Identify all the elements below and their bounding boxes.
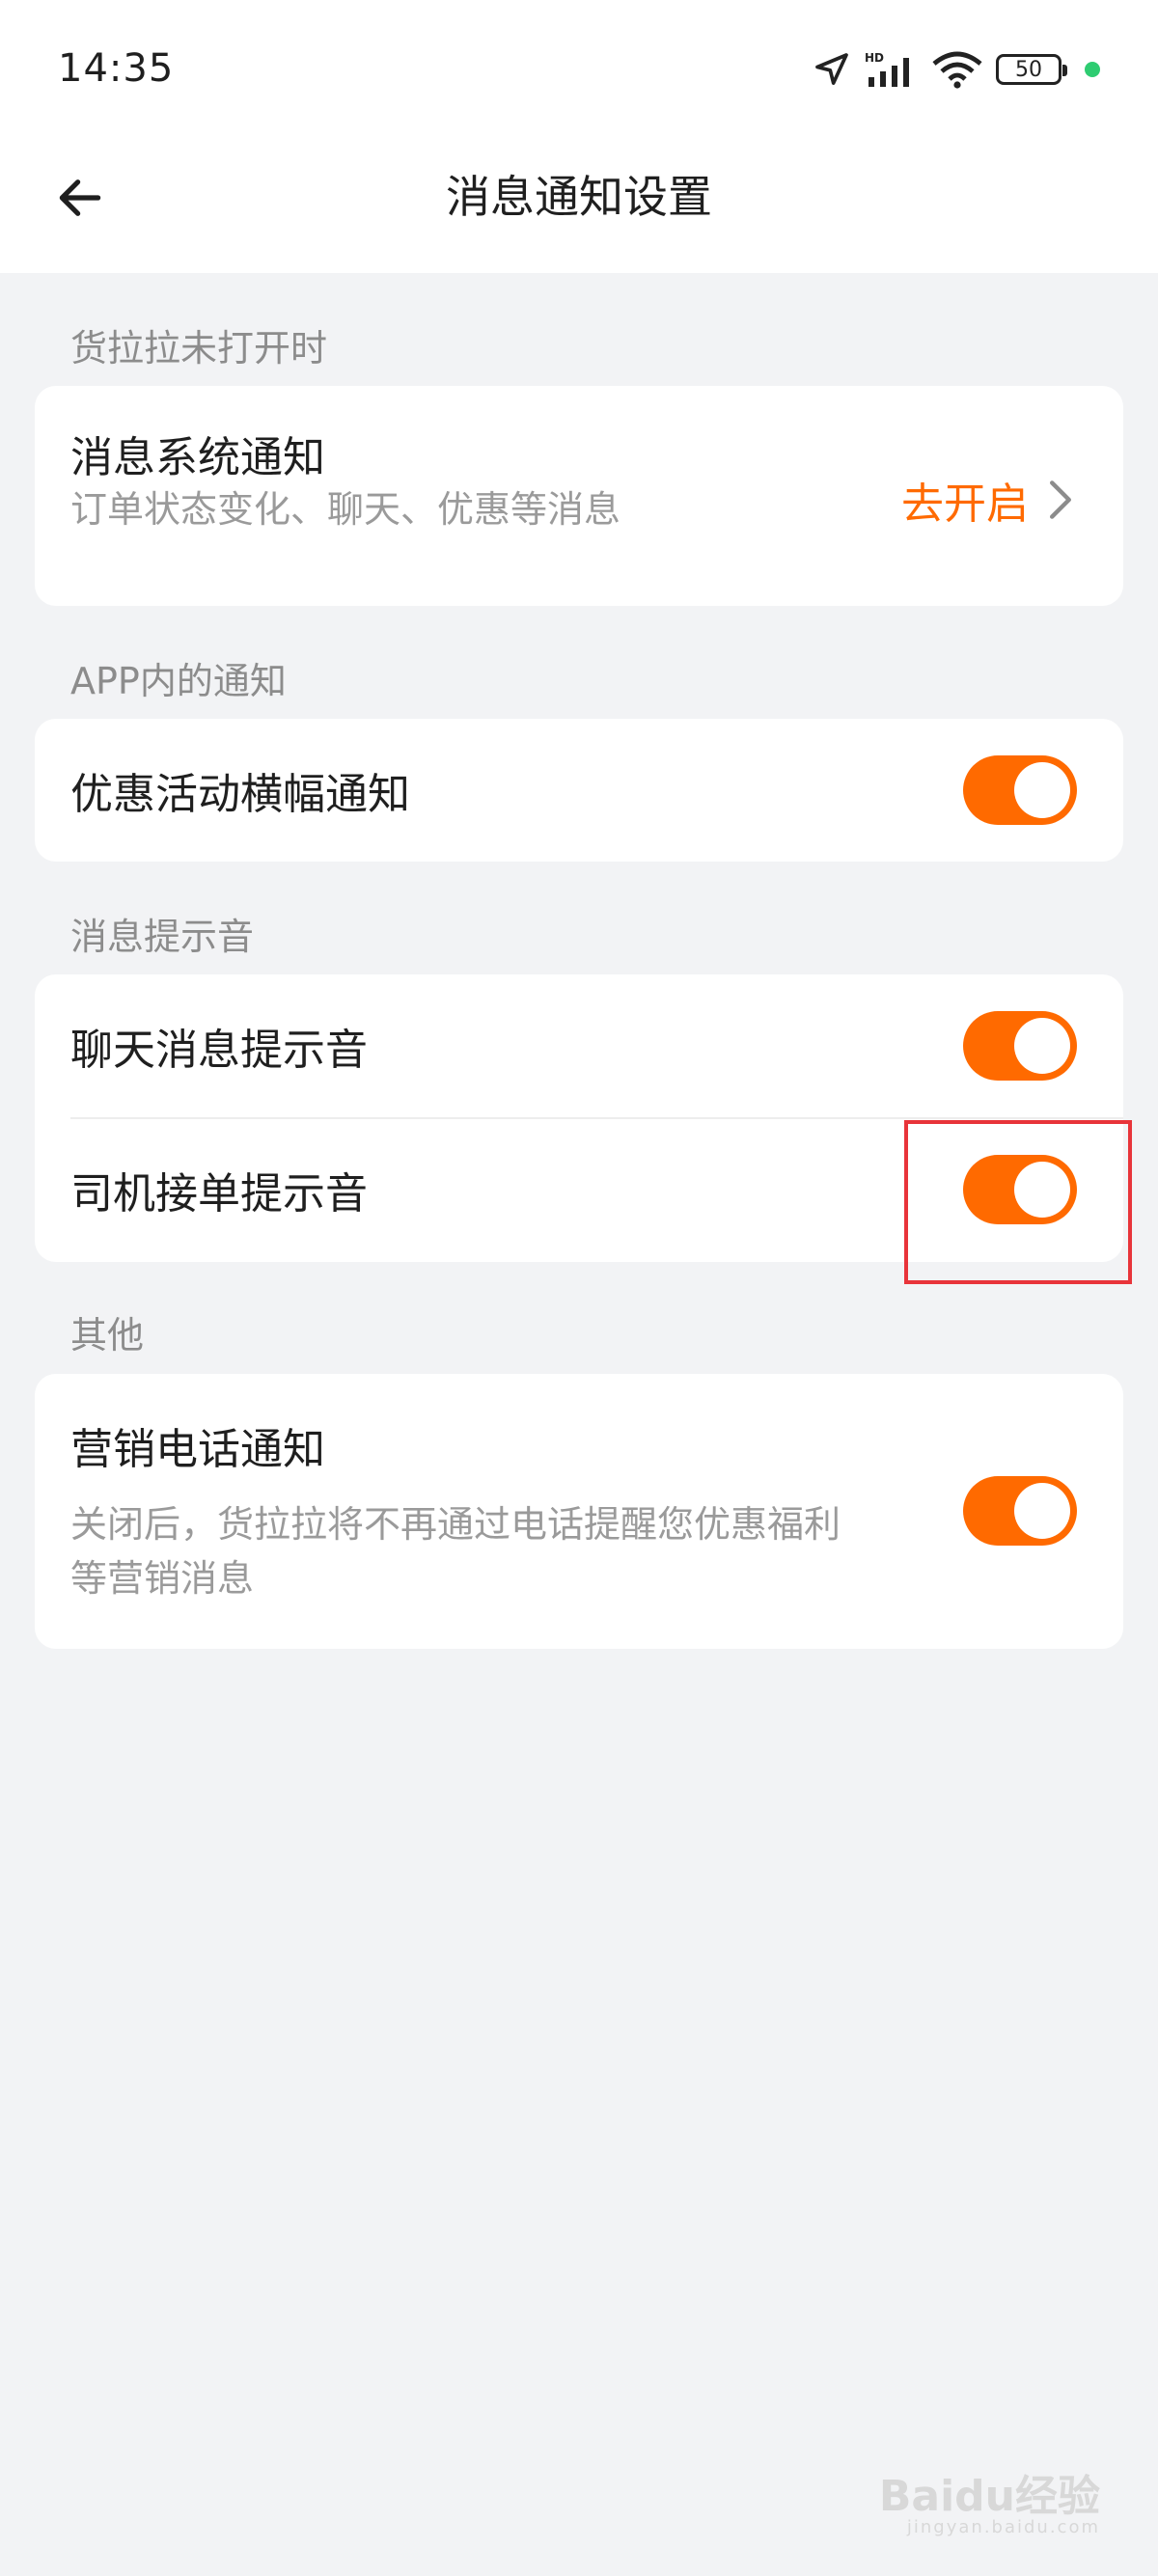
chevron-right-icon xyxy=(1050,480,1071,519)
chat-sound-toggle[interactable] xyxy=(963,1011,1077,1081)
watermark: Baidu经验 jingyan.baidu.com xyxy=(878,2471,1100,2538)
page-title: 消息通知设置 xyxy=(446,171,712,223)
battery-level: 50 xyxy=(1015,57,1042,82)
svg-text:HD: HD xyxy=(865,51,884,65)
enable-notification-link[interactable]: 去开启 xyxy=(901,469,1075,531)
card-system-notification: 消息系统通知 订单状态变化、聊天、优惠等消息 去开启 xyxy=(35,386,1123,606)
card-in-app: 优惠活动横幅通知 xyxy=(35,719,1123,862)
toggle-knob xyxy=(1014,762,1070,818)
status-dot-icon xyxy=(1085,62,1100,77)
row-marketing-call: 营销电话通知 关闭后，货拉拉将不再通过电话提醒您优惠福利 等营销消息 xyxy=(35,1374,1123,1649)
section-label-other: 其他 xyxy=(70,1314,145,1357)
section-label-closed: 货拉拉未打开时 xyxy=(70,327,328,370)
marketing-call-subtitle-line1: 关闭后，货拉拉将不再通过电话提醒您优惠福利 xyxy=(70,1503,841,1546)
wifi-icon xyxy=(932,50,982,89)
watermark-text: Baidu经验 xyxy=(878,2471,1100,2521)
status-icons: HD 50 xyxy=(813,46,1100,93)
driver-accept-sound-toggle[interactable] xyxy=(963,1155,1077,1224)
toggle-knob xyxy=(1014,1162,1070,1218)
status-time: 14:35 xyxy=(58,46,175,91)
section-label-in-app: APP内的通知 xyxy=(70,660,287,702)
row-chat-sound: 聊天消息提示音 xyxy=(35,974,1123,1118)
marketing-call-title: 营销电话通知 xyxy=(70,1425,325,1474)
promo-banner-toggle[interactable] xyxy=(963,755,1077,825)
driver-accept-sound-title: 司机接单提示音 xyxy=(70,1169,368,1219)
enable-notification-label: 去开启 xyxy=(901,480,1029,529)
header: 消息通知设置 xyxy=(0,125,1158,273)
system-notification-subtitle: 订单状态变化、聊天、优惠等消息 xyxy=(70,488,621,531)
toggle-knob xyxy=(1014,1018,1070,1074)
chat-sound-title: 聊天消息提示音 xyxy=(70,1026,368,1075)
row-driver-accept-sound: 司机接单提示音 xyxy=(35,1118,1123,1262)
battery-icon: 50 xyxy=(996,54,1067,85)
status-bar: 14:35 HD 50 xyxy=(0,0,1158,125)
system-notification-title: 消息系统通知 xyxy=(70,433,325,482)
row-promo-banner: 优惠活动横幅通知 xyxy=(35,719,1123,862)
hd-signal-icon: HD xyxy=(865,50,919,89)
watermark-sub: jingyan.baidu.com xyxy=(906,2517,1100,2538)
promo-banner-title: 优惠活动横幅通知 xyxy=(70,770,410,819)
toggle-knob xyxy=(1014,1483,1070,1539)
row-system-notification[interactable]: 消息系统通知 订单状态变化、聊天、优惠等消息 去开启 xyxy=(35,386,1123,606)
marketing-call-toggle[interactable] xyxy=(963,1476,1077,1546)
marketing-call-subtitle-line2: 等营销消息 xyxy=(70,1557,255,1600)
card-sound: 聊天消息提示音 司机接单提示音 xyxy=(35,974,1123,1262)
section-label-sound: 消息提示音 xyxy=(70,916,255,958)
top-area: 14:35 HD 50 消息通知设置 xyxy=(0,0,1158,273)
location-arrow-icon xyxy=(813,50,851,89)
card-marketing-call: 营销电话通知 关闭后，货拉拉将不再通过电话提醒您优惠福利 等营销消息 xyxy=(35,1374,1123,1649)
